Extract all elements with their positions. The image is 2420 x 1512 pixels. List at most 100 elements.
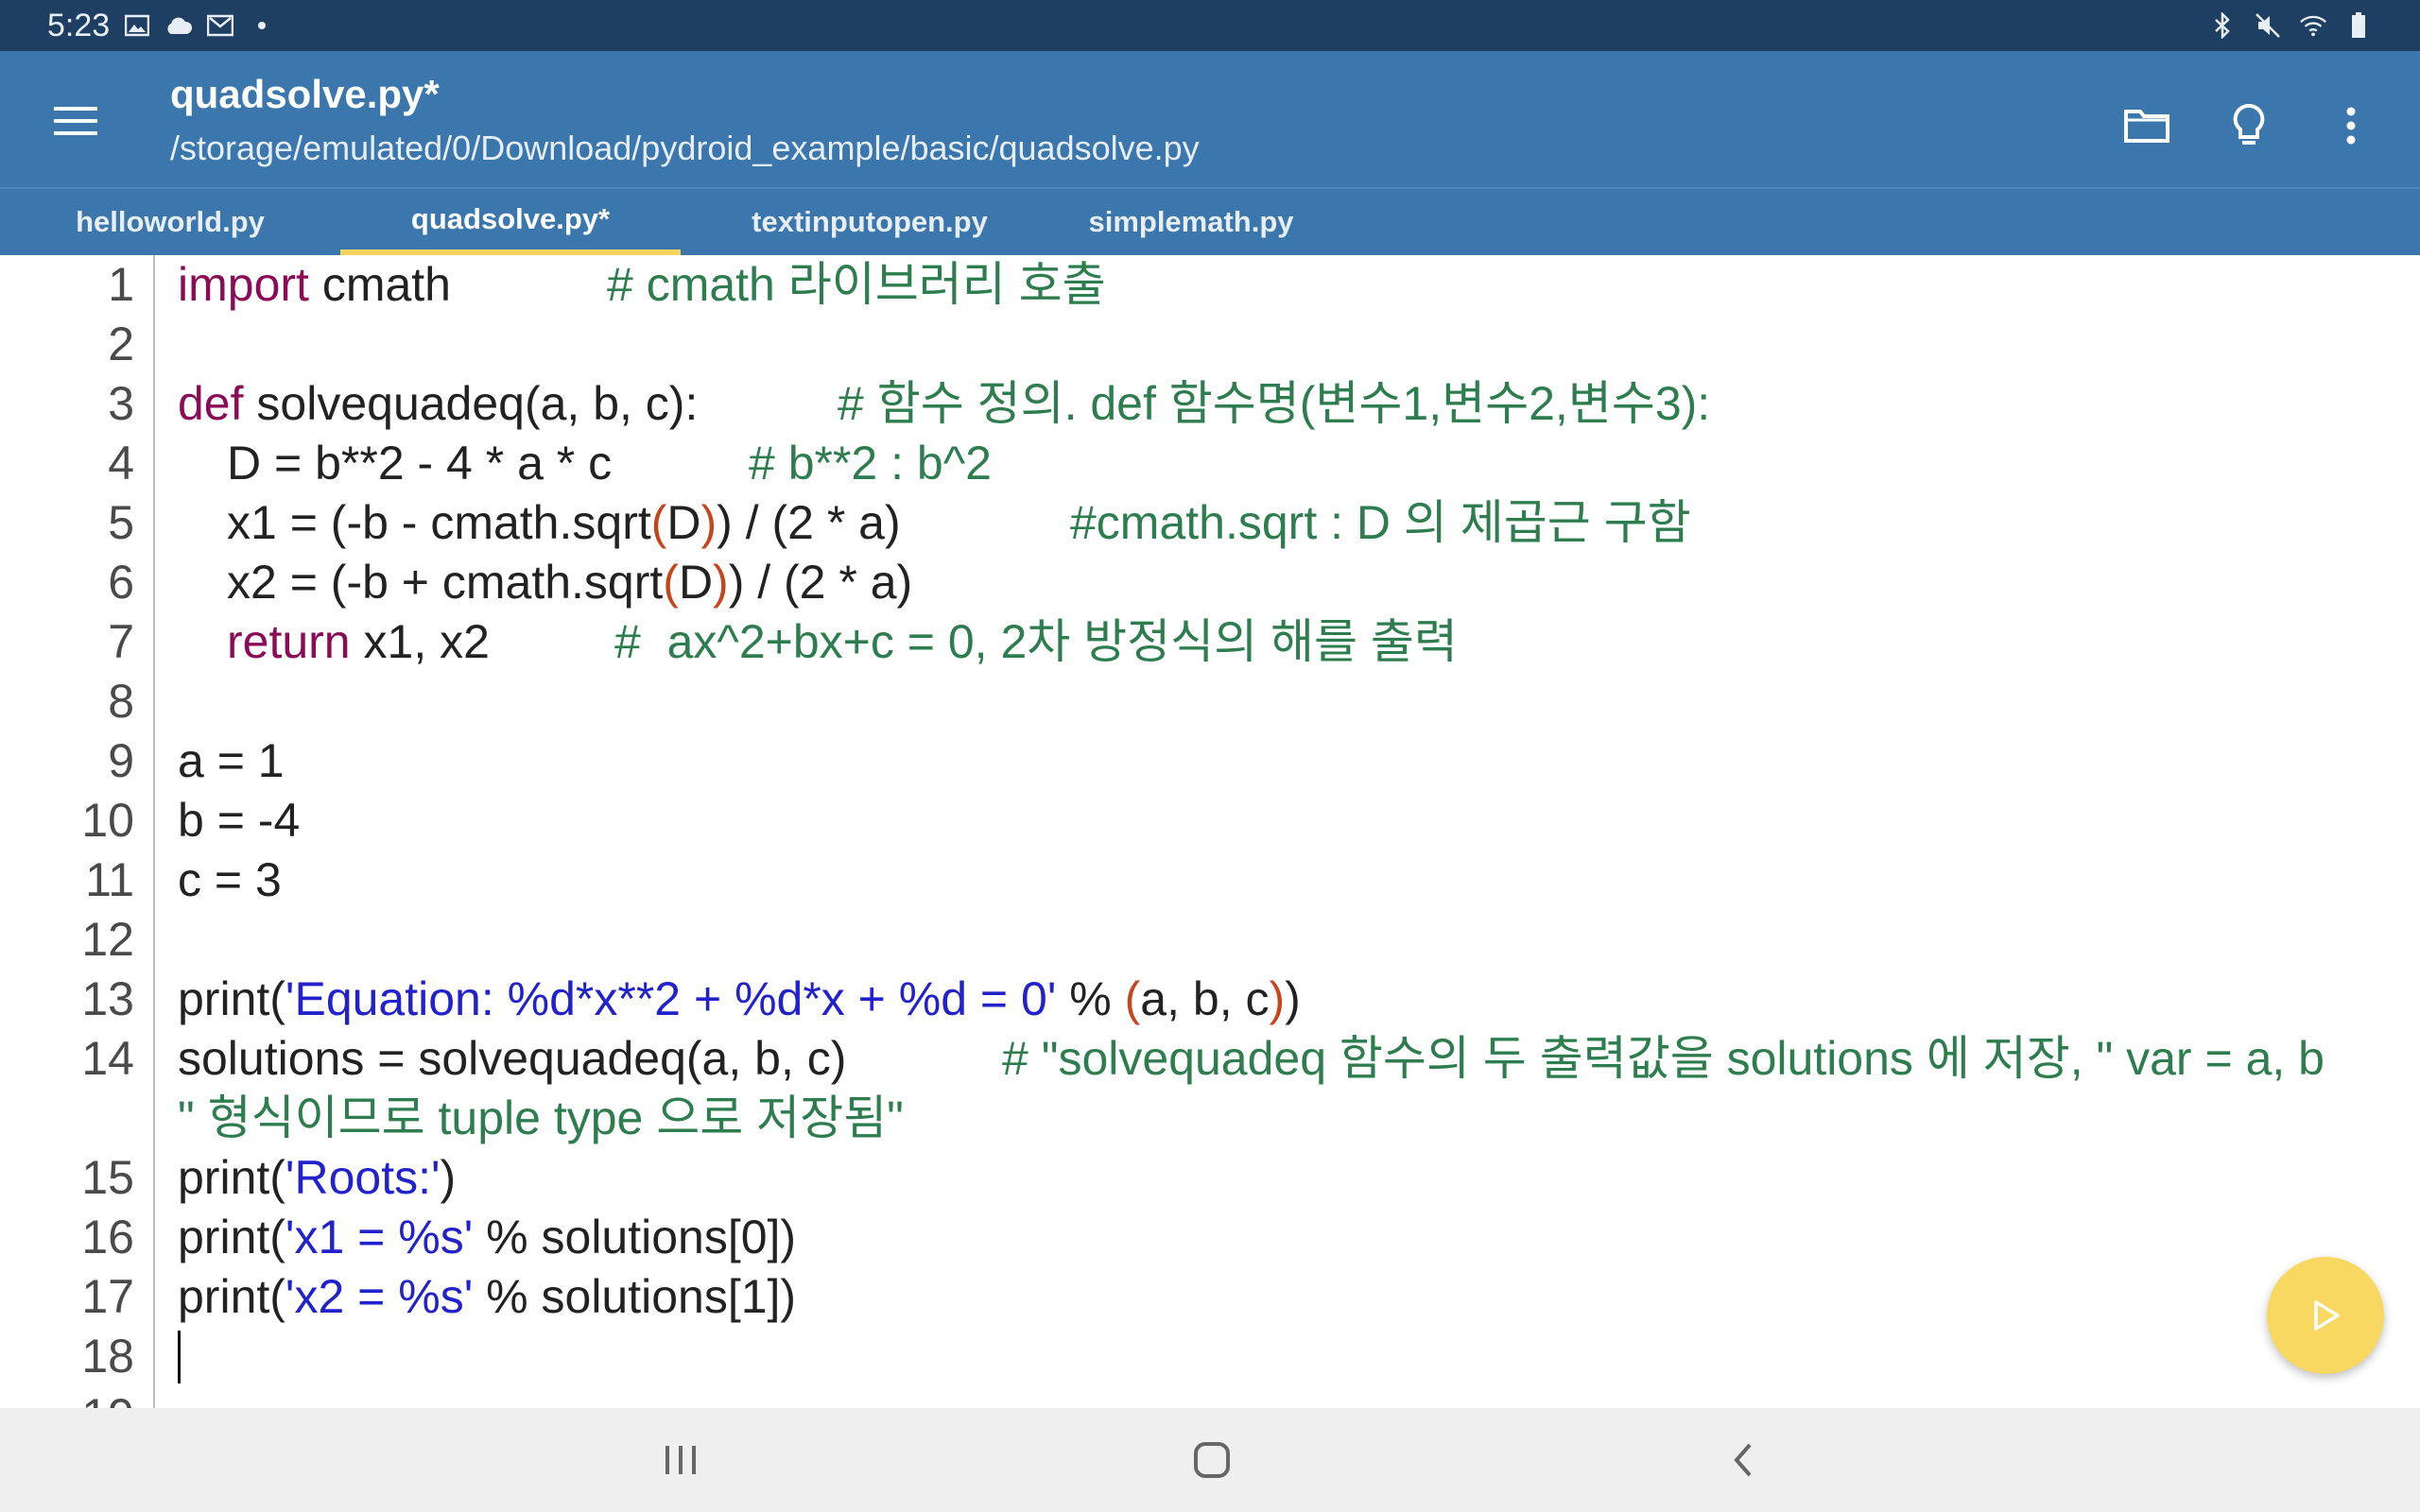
home-button[interactable]	[1174, 1429, 1250, 1491]
tab-textinputopen[interactable]: textinputopen.py	[718, 189, 1021, 255]
code-line: 3 def solvequadeq(a, b, c): # 함수 정의. def…	[0, 374, 2420, 434]
code-line: 14 solutions = solvequadeq(a, b, c) # "s…	[0, 1029, 2420, 1089]
code-line: 17 print('x2 = %s' % solutions[1])	[0, 1267, 2420, 1327]
code-line: 10 b = -4	[0, 791, 2420, 850]
code-token: print(	[178, 1211, 285, 1263]
code-token: print(	[178, 1151, 285, 1204]
code-line: 2	[0, 315, 2420, 374]
code-line: 16 print('x1 = %s' % solutions[0])	[0, 1208, 2420, 1267]
paren-token: (	[663, 556, 679, 609]
code-token: cmath	[308, 258, 451, 311]
line-number: 6	[108, 556, 134, 609]
code-line: 8	[0, 672, 2420, 731]
line-number: 17	[81, 1270, 134, 1323]
file-path: /storage/emulated/0/Download/pydroid_exa…	[170, 129, 1200, 167]
lightbulb-button[interactable]	[2216, 93, 2282, 159]
open-folder-button[interactable]	[2114, 93, 2180, 159]
code-comment: # "solvequadeq 함수의 두 출력값을 solutions 에 저장…	[1002, 1032, 2325, 1085]
code-token: D	[678, 556, 714, 609]
code-editor[interactable]: 1 import cmath # cmath 라이브러리 호출 2 3 def …	[0, 255, 2420, 1408]
code-token: a, b, c	[1140, 972, 1270, 1025]
code-token: )	[1285, 972, 1301, 1025]
line-number: 8	[108, 675, 134, 728]
tab-helloworld[interactable]: helloworld.py	[38, 189, 302, 255]
code-token: print(	[178, 1270, 285, 1323]
code-line: 6 x2 = (-b + cmath.sqrt(D)) / (2 * a)	[0, 553, 2420, 612]
code-token: x2 = (-b + cmath.sqrt	[227, 556, 664, 609]
code-text: x1 = (-b - cmath.sqrt(D)) / (2 * a)	[227, 493, 901, 553]
keyword-token: import	[178, 258, 309, 311]
code-token: )	[440, 1151, 457, 1204]
code-line: 4 D = b**2 - 4 * a * c # b**2 : b^2	[0, 434, 2420, 493]
paren-token: )	[1269, 972, 1286, 1025]
code-text: def solvequadeq(a, b, c):	[178, 374, 698, 434]
line-number: 19	[0, 1386, 134, 1408]
code-text: solutions = solvequadeq(a, b, c)	[178, 1032, 847, 1085]
more-options-button[interactable]	[2318, 93, 2384, 159]
code-line: 15 print('Roots:')	[0, 1148, 2420, 1208]
code-line: 7 return x1, x2 # ax^2+bx+c = 0, 2차 방정식의…	[0, 612, 2420, 672]
file-tab-bar: helloworld.py quadsolve.py* textinputope…	[0, 187, 2420, 255]
code-token: x1 = (-b - cmath.sqrt	[227, 496, 651, 549]
line-number: 16	[81, 1211, 134, 1263]
code-line: 12	[0, 910, 2420, 970]
code-line-wrap: " 형식이므로 tuple type 으로 저장됨"	[0, 1089, 2420, 1148]
line-number: 1	[108, 258, 134, 311]
app-bar: quadsolve.py* /storage/emulated/0/Downlo…	[0, 51, 2420, 187]
line-number: 3	[108, 377, 134, 430]
home-icon	[1194, 1442, 1230, 1478]
file-title: quadsolve.py*	[170, 72, 440, 116]
image-icon	[123, 11, 151, 40]
code-line: 13 print('Equation: %d*x**2 + %d*x + %d …	[0, 970, 2420, 1029]
status-time: 5:23	[47, 8, 111, 43]
line-number: 18	[81, 1330, 134, 1383]
line-number: 7	[108, 615, 134, 668]
paren-token: (	[650, 496, 667, 549]
more-vert-icon	[2346, 107, 2356, 145]
lightbulb-icon	[2233, 103, 2265, 145]
line-number: 5	[108, 496, 134, 549]
code-text: c = 3	[178, 853, 282, 906]
tab-simplemath[interactable]: simplemath.py	[1059, 189, 1323, 255]
run-button[interactable]	[2267, 1257, 2384, 1374]
code-line: 9 a = 1	[0, 731, 2420, 791]
paren-token: )	[713, 556, 729, 609]
dot-icon	[248, 11, 276, 40]
code-line: 18	[0, 1327, 2420, 1386]
cloud-icon	[164, 11, 193, 40]
string-token: 'x1 = %s'	[285, 1211, 474, 1263]
status-bar: 5:23	[0, 0, 2420, 51]
code-token: ) / (2 * a)	[728, 556, 913, 609]
code-text: return x1, x2	[227, 612, 490, 672]
string-token: 'Roots:'	[285, 1151, 441, 1204]
code-comment: # ax^2+bx+c = 0, 2차 방정식의 해를 출력	[614, 615, 1458, 668]
paren-token: (	[1124, 972, 1141, 1025]
wifi-icon	[2299, 11, 2327, 40]
code-text: a = 1	[178, 734, 285, 787]
code-text: print('x2 = %s' % solutions[1])	[178, 1267, 796, 1327]
code-token: solvequadeq(a, b, c):	[243, 377, 699, 430]
menu-button[interactable]	[42, 94, 110, 147]
line-number: 9	[108, 734, 134, 787]
line-number: 4	[108, 437, 134, 490]
code-text: print('x1 = %s' % solutions[0])	[178, 1208, 796, 1267]
code-text: b = -4	[178, 794, 301, 847]
system-nav-bar	[0, 1408, 2420, 1512]
gmail-icon	[206, 11, 234, 40]
code-token: % solutions[0])	[473, 1211, 797, 1263]
code-text: x2 = (-b + cmath.sqrt(D)) / (2 * a)	[227, 553, 912, 612]
string-token: 'Equation: %d*x**2 + %d*x + %d = 0'	[285, 972, 1057, 1025]
back-button[interactable]	[1705, 1429, 1781, 1491]
line-number: 10	[81, 794, 134, 847]
back-icon	[1734, 1443, 1752, 1477]
code-comment: # b**2 : b^2	[749, 437, 992, 490]
code-text: D = b**2 - 4 * a * c	[227, 437, 613, 490]
recent-apps-button[interactable]	[643, 1429, 718, 1491]
code-text: import cmath	[178, 255, 451, 315]
line-number: 12	[81, 913, 134, 966]
line-number: 15	[81, 1151, 134, 1204]
play-icon	[2314, 1300, 2340, 1331]
tab-quadsolve[interactable]: quadsolve.py*	[340, 189, 681, 255]
code-line: 19	[0, 1386, 2420, 1408]
line-number: 13	[81, 972, 134, 1025]
